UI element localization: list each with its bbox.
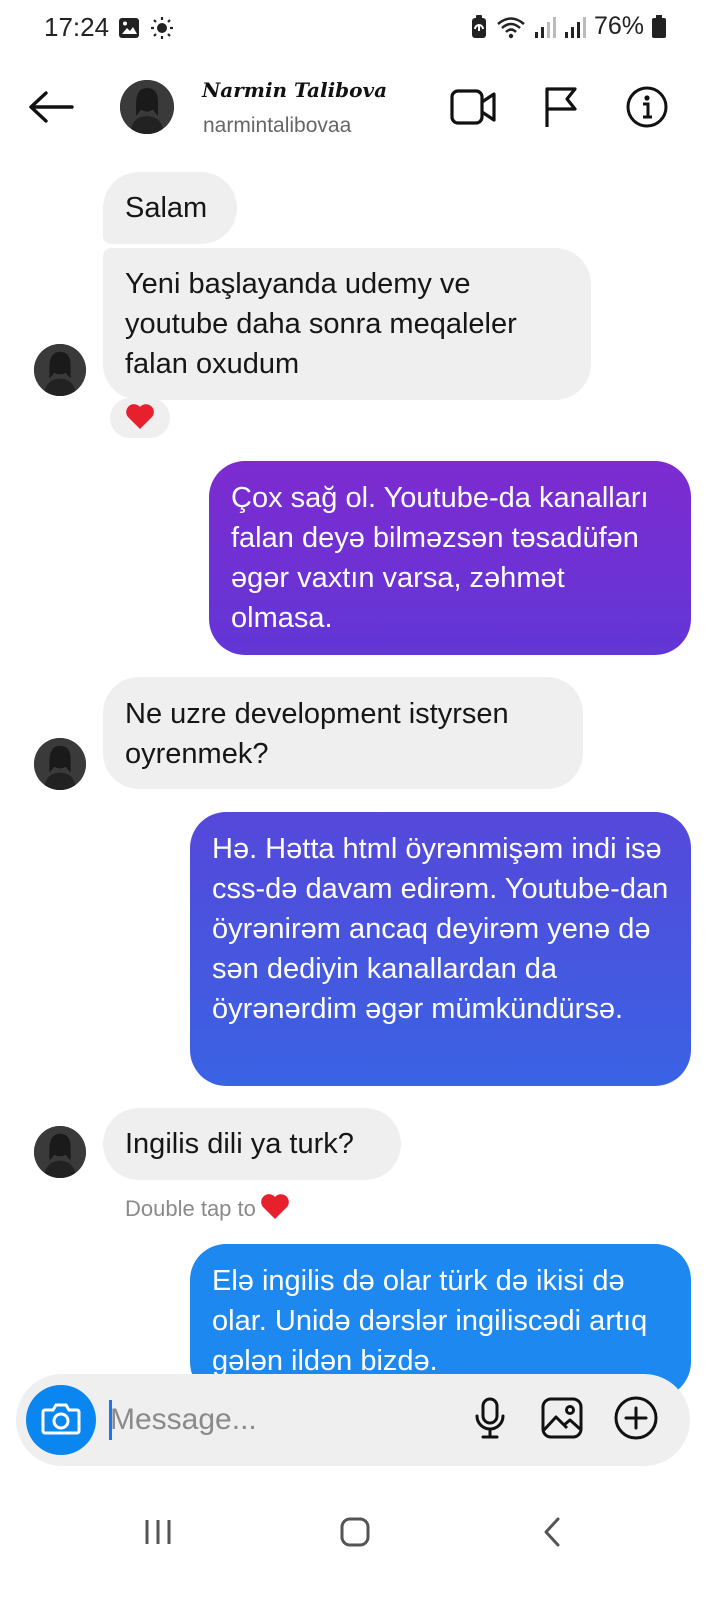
signal-icon — [564, 15, 586, 39]
home-button[interactable] — [320, 1504, 390, 1564]
contact-username[interactable]: narmintalibovaa — [203, 114, 351, 138]
video-call-icon — [449, 87, 497, 132]
back-button[interactable] — [26, 84, 76, 134]
message-reaction[interactable] — [110, 398, 170, 438]
message-input[interactable] — [110, 1394, 440, 1446]
battery-saver-icon — [470, 14, 488, 39]
avatar[interactable] — [34, 738, 86, 790]
status-time: 17:24 — [44, 12, 110, 42]
gallery-button[interactable] — [536, 1394, 588, 1446]
recent-apps-icon — [143, 1518, 173, 1551]
microphone-icon — [472, 1396, 508, 1445]
heart-icon — [125, 402, 155, 435]
flag-icon — [541, 85, 581, 134]
add-icon — [613, 1395, 659, 1446]
more-options-button[interactable] — [610, 1394, 662, 1446]
avatar[interactable] — [34, 1126, 86, 1178]
chat-header: Narmin Talibova narmintalibovaa — [0, 66, 720, 150]
avatar[interactable] — [120, 80, 174, 134]
message-received[interactable]: Ingilis dili ya turk? — [103, 1108, 401, 1180]
gallery-icon — [540, 1396, 584, 1445]
chevron-left-icon — [540, 1516, 564, 1553]
camera-button[interactable] — [26, 1385, 96, 1455]
wifi-icon — [496, 15, 526, 39]
battery-icon — [652, 14, 666, 39]
recent-apps-button[interactable] — [123, 1504, 193, 1564]
back-arrow-icon — [28, 90, 74, 128]
battery-percent: 76% — [593, 12, 644, 40]
hint-text: Double tap to — [125, 1196, 256, 1221]
system-navigation-bar — [0, 1490, 720, 1600]
system-back-button[interactable] — [517, 1504, 587, 1564]
message-sent[interactable]: Hə. Hətta html öyrənmişəm indi isə css-d… — [190, 812, 691, 1086]
info-icon — [625, 85, 669, 134]
message-composer — [16, 1374, 690, 1466]
video-call-button[interactable] — [448, 84, 498, 134]
signal-icon — [534, 15, 556, 39]
info-button[interactable] — [622, 84, 672, 134]
contact-display-name[interactable]: Narmin Talibova — [202, 78, 387, 102]
heart-icon — [260, 1192, 290, 1226]
image-icon — [118, 17, 140, 44]
message-received[interactable]: Yeni başlayanda udemy ve youtube daha so… — [103, 248, 591, 400]
avatar[interactable] — [34, 344, 86, 396]
message-sent[interactable]: Çox sağ ol. Youtube-da kanalları falan d… — [209, 461, 691, 655]
double-tap-hint: Double tap to — [125, 1192, 290, 1226]
camera-icon — [41, 1401, 81, 1440]
message-received[interactable]: Ne uzre development istyrsen oyrenmek? — [103, 677, 583, 789]
home-icon — [339, 1516, 371, 1553]
status-bar: 17:24 76% — [0, 0, 720, 56]
report-button[interactable] — [536, 84, 586, 134]
voice-message-button[interactable] — [464, 1394, 516, 1446]
message-received[interactable]: Salam — [103, 172, 237, 244]
brightness-icon — [150, 16, 174, 45]
